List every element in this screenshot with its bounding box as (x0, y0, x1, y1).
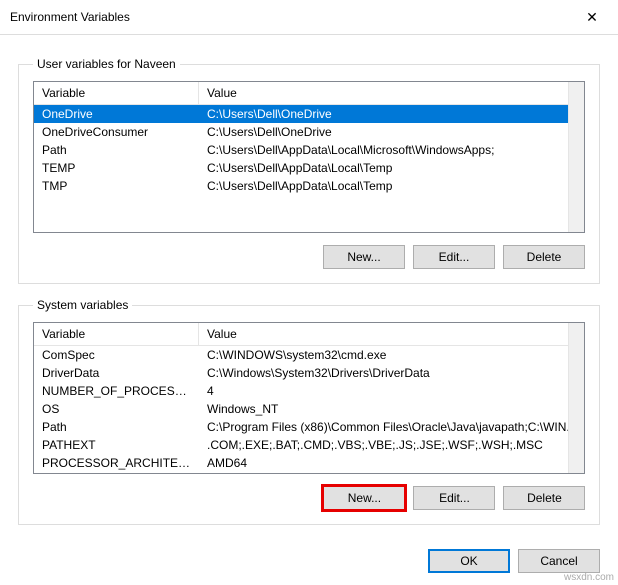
window-title: Environment Variables (10, 10, 130, 24)
system-variables-legend: System variables (33, 298, 132, 312)
table-row[interactable]: OSWindows_NT (34, 400, 584, 418)
cell-variable: Path (34, 418, 199, 436)
cell-variable: PROCESSOR_ARCHITECTURE (34, 454, 199, 472)
user-delete-button[interactable]: Delete (503, 245, 585, 269)
cell-value: C:\Program Files (x86)\Common Files\Orac… (199, 418, 584, 436)
system-new-button[interactable]: New... (323, 486, 405, 510)
cell-value: 4 (199, 382, 584, 400)
system-buttons: New... Edit... Delete (33, 486, 585, 510)
system-edit-button[interactable]: Edit... (413, 486, 495, 510)
dialog-buttons: OK Cancel (0, 535, 618, 573)
table-header: Variable Value (34, 82, 584, 105)
system-variables-table[interactable]: Variable Value ComSpecC:\WINDOWS\system3… (33, 322, 585, 474)
col-value[interactable]: Value (199, 323, 584, 345)
user-buttons: New... Edit... Delete (33, 245, 585, 269)
table-row[interactable]: NUMBER_OF_PROCESSORS4 (34, 382, 584, 400)
user-variables-table[interactable]: Variable Value OneDriveC:\Users\Dell\One… (33, 81, 585, 233)
col-variable[interactable]: Variable (34, 82, 199, 104)
cell-value: .COM;.EXE;.BAT;.CMD;.VBS;.VBE;.JS;.JSE;.… (199, 436, 584, 454)
table-row[interactable]: OneDriveConsumerC:\Users\Dell\OneDrive (34, 123, 584, 141)
table-row[interactable]: PROCESSOR_ARCHITECTUREAMD64 (34, 454, 584, 472)
cell-value: C:\WINDOWS\system32\cmd.exe (199, 346, 584, 364)
cell-value: Windows_NT (199, 400, 584, 418)
cell-variable: OneDrive (34, 105, 199, 123)
system-table-body: ComSpecC:\WINDOWS\system32\cmd.exeDriver… (34, 346, 584, 472)
cancel-button[interactable]: Cancel (518, 549, 600, 573)
col-variable[interactable]: Variable (34, 323, 199, 345)
user-edit-button[interactable]: Edit... (413, 245, 495, 269)
cell-variable: Path (34, 141, 199, 159)
cell-value: C:\Windows\System32\Drivers\DriverData (199, 364, 584, 382)
table-row[interactable]: OneDriveC:\Users\Dell\OneDrive (34, 105, 584, 123)
titlebar[interactable]: Environment Variables ✕ (0, 0, 618, 35)
close-icon[interactable]: ✕ (574, 6, 610, 28)
table-row[interactable]: TEMPC:\Users\Dell\AppData\Local\Temp (34, 159, 584, 177)
dialog-content: User variables for Naveen Variable Value… (0, 35, 618, 535)
ok-button[interactable]: OK (428, 549, 510, 573)
scrollbar[interactable] (568, 82, 584, 232)
cell-variable: NUMBER_OF_PROCESSORS (34, 382, 199, 400)
cell-value: C:\Users\Dell\OneDrive (199, 123, 584, 141)
user-variables-group: User variables for Naveen Variable Value… (18, 57, 600, 284)
table-header: Variable Value (34, 323, 584, 346)
system-variables-group: System variables Variable Value ComSpecC… (18, 298, 600, 525)
cell-variable: PATHEXT (34, 436, 199, 454)
cell-variable: OneDriveConsumer (34, 123, 199, 141)
cell-variable: ComSpec (34, 346, 199, 364)
cell-variable: TEMP (34, 159, 199, 177)
user-table-body: OneDriveC:\Users\Dell\OneDriveOneDriveCo… (34, 105, 584, 231)
user-variables-legend: User variables for Naveen (33, 57, 180, 71)
cell-variable: OS (34, 400, 199, 418)
table-row[interactable]: TMPC:\Users\Dell\AppData\Local\Temp (34, 177, 584, 195)
table-row[interactable]: PathC:\Program Files (x86)\Common Files\… (34, 418, 584, 436)
col-value[interactable]: Value (199, 82, 584, 104)
cell-value: AMD64 (199, 454, 584, 472)
table-row[interactable]: PathC:\Users\Dell\AppData\Local\Microsof… (34, 141, 584, 159)
user-new-button[interactable]: New... (323, 245, 405, 269)
table-row[interactable]: DriverDataC:\Windows\System32\Drivers\Dr… (34, 364, 584, 382)
system-delete-button[interactable]: Delete (503, 486, 585, 510)
table-row[interactable]: ComSpecC:\WINDOWS\system32\cmd.exe (34, 346, 584, 364)
scrollbar[interactable] (568, 323, 584, 473)
cell-value: C:\Users\Dell\OneDrive (199, 105, 584, 123)
table-row[interactable]: PATHEXT.COM;.EXE;.BAT;.CMD;.VBS;.VBE;.JS… (34, 436, 584, 454)
watermark: wsxdn.com (564, 572, 614, 583)
cell-value: C:\Users\Dell\AppData\Local\Temp (199, 177, 584, 195)
cell-value: C:\Users\Dell\AppData\Local\Temp (199, 159, 584, 177)
cell-variable: TMP (34, 177, 199, 195)
cell-variable: DriverData (34, 364, 199, 382)
cell-value: C:\Users\Dell\AppData\Local\Microsoft\Wi… (199, 141, 584, 159)
